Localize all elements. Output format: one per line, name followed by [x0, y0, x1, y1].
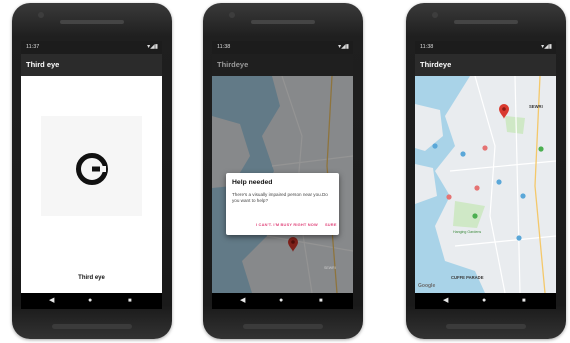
home-icon[interactable]: ● — [482, 297, 486, 305]
status-bar: 11:38 ▾◢▮ — [212, 41, 353, 54]
back-icon[interactable]: ◀ — [443, 297, 448, 305]
earpiece-speaker — [60, 20, 124, 24]
map-label-sewri: SEWRI — [529, 104, 543, 109]
system-nav-bar: ◀ ● ■ — [212, 293, 353, 309]
status-icons: ▾◢▮ — [147, 44, 158, 50]
google-logo: Google — [418, 283, 436, 289]
home-icon[interactable]: ● — [279, 297, 283, 305]
phone-map: 11:38 ▾◢▮ Thirdeye SEWRI Hanging Gardens… — [406, 3, 566, 339]
earpiece-speaker — [251, 20, 315, 24]
screen: 11:38 ▾◢▮ Thirdeye — [415, 41, 556, 309]
status-time: 11:38 — [420, 44, 434, 50]
map-label-hanging-gardens: Hanging Gardens — [453, 230, 482, 234]
busy-button[interactable]: I CAN'T. I'M BUSY RIGHT NOW — [256, 222, 318, 227]
system-nav-bar: ◀ ● ■ — [21, 293, 162, 309]
front-camera — [432, 12, 438, 18]
help-dialog: Help needed There's a visually impaired … — [226, 173, 339, 235]
app-bar-title: Thirdeye — [212, 54, 353, 76]
back-icon[interactable]: ◀ — [49, 297, 54, 305]
app-logo-icon — [76, 153, 108, 185]
sure-button[interactable]: SURE — [325, 222, 337, 227]
front-camera — [38, 12, 44, 18]
status-bar: 11:37 ▾◢▮ — [21, 41, 162, 54]
status-time: 11:38 — [217, 44, 231, 50]
recents-icon[interactable]: ■ — [522, 297, 526, 305]
map-view[interactable]: SEWRI Hanging Gardens CUFFE PARADE Googl… — [415, 76, 556, 293]
map-label-sewri: SEWRI — [324, 266, 336, 270]
splash-app-name: Third eye — [78, 275, 105, 281]
status-icons: ▾◢▮ — [338, 44, 349, 50]
recents-icon[interactable]: ■ — [128, 297, 132, 305]
splash-content: Third eye — [21, 76, 162, 293]
bottom-speaker — [243, 324, 323, 329]
status-bar: 11:38 ▾◢▮ — [415, 41, 556, 54]
screen: 11:37 ▾◢▮ Third eye Third eye ◀ ● ■ — [21, 41, 162, 309]
system-nav-bar: ◀ ● ■ — [415, 293, 556, 309]
dialog-title: Help needed — [232, 179, 273, 186]
status-time: 11:37 — [26, 44, 40, 50]
back-icon[interactable]: ◀ — [240, 297, 245, 305]
status-icons: ▾◢▮ — [541, 44, 552, 50]
app-bar-title: Thirdeye — [415, 54, 556, 76]
map-label-cuffe-parade: CUFFE PARADE — [451, 275, 484, 280]
map-view[interactable]: SEWRI Help needed There's a visually imp… — [212, 76, 353, 293]
dialog-message: There's a visually impaired person near … — [232, 192, 328, 203]
phone-splash: 11:37 ▾◢▮ Third eye Third eye ◀ ● ■ — [12, 3, 172, 339]
recents-icon[interactable]: ■ — [319, 297, 323, 305]
front-camera — [229, 12, 235, 18]
earpiece-speaker — [454, 20, 518, 24]
phone-help-dialog: 11:38 ▾◢▮ Thirdeye SEWRI Help needed The… — [203, 3, 363, 339]
screen: 11:38 ▾◢▮ Thirdeye — [212, 41, 353, 309]
bottom-speaker — [52, 324, 132, 329]
app-bar-title: Third eye — [21, 54, 162, 76]
home-icon[interactable]: ● — [88, 297, 92, 305]
bottom-speaker — [446, 324, 526, 329]
